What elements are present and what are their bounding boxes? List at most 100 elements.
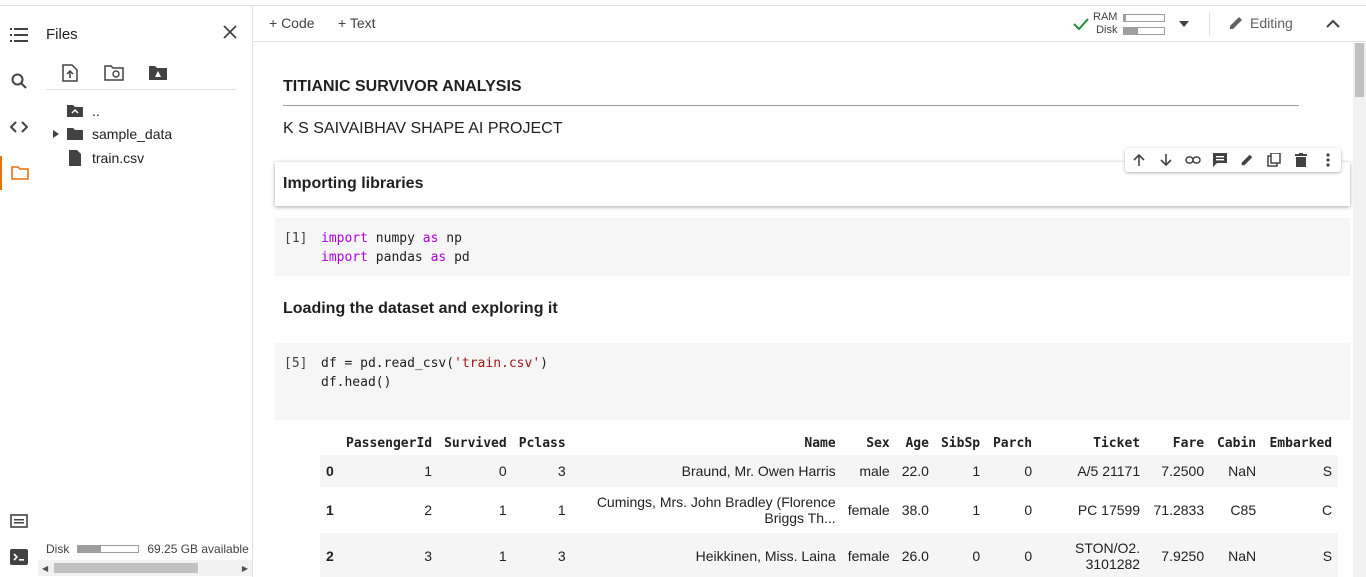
chevron-up-icon — [1326, 19, 1340, 28]
expand-arrow-icon[interactable] — [48, 130, 64, 138]
table-cell: 1 — [340, 455, 439, 487]
disk-available-text: 69.25 GB available — [147, 542, 249, 556]
file-icon — [64, 150, 86, 166]
more-vert-icon — [1325, 153, 1330, 167]
code-line: df.head() — [321, 375, 392, 390]
row-index: 2 — [320, 533, 340, 577]
refresh-button[interactable] — [100, 60, 128, 86]
code-cell-imports[interactable]: [1] import numpy as np import pandas as … — [275, 218, 1350, 276]
table-cell: 2 — [424, 502, 433, 518]
terminal-icon — [10, 549, 28, 565]
code-snippets-button[interactable] — [0, 110, 38, 144]
dataframe-output: PassengerId Survived Pclass Name Sex Age SibSp… — [320, 431, 1339, 577]
arrow-down-icon — [1159, 154, 1172, 167]
tree-item-parent[interactable]: .. — [48, 100, 100, 122]
move-down-button[interactable] — [1152, 148, 1179, 172]
table-cell: S — [1262, 455, 1339, 487]
column-header — [320, 431, 340, 455]
upload-button[interactable] — [56, 60, 84, 86]
notebook-title: TITIANIC SURVIVOR ANALYSIS — [283, 78, 522, 95]
tree-item-label: train.csv — [92, 150, 145, 166]
table-cell: 1 — [498, 502, 507, 518]
notebook-scrollbar[interactable] — [1353, 43, 1366, 577]
table-cell: C85 — [1230, 502, 1257, 518]
link-button[interactable] — [1179, 148, 1206, 172]
terminal-button[interactable] — [0, 540, 38, 574]
table-cell: 3 — [512, 533, 572, 577]
tree-item-train-csv[interactable]: train.csv — [48, 147, 144, 169]
command-palette-button[interactable] — [0, 504, 38, 538]
column-header: Survived — [444, 435, 507, 451]
table-cell: 26.0 — [895, 533, 935, 577]
close-icon — [223, 25, 237, 39]
table-of-contents-button[interactable] — [0, 18, 38, 52]
table-cell: A/5 21171 — [1038, 455, 1147, 487]
column-header: PassengerId — [346, 435, 433, 451]
table-cell: Cumings, Mrs. John Bradley (Florence Bri… — [596, 494, 836, 526]
colab-window: Files .. sample_data train.csv Disk 69.2… — [0, 0, 1366, 577]
search-button[interactable] — [0, 64, 38, 98]
resources-indicator[interactable]: RAM Disk — [1073, 10, 1190, 38]
search-icon — [11, 73, 27, 89]
folder-refresh-icon — [104, 65, 124, 81]
scroll-right-arrow-icon[interactable]: ▶ — [242, 564, 248, 573]
disk-usage-bar — [1123, 26, 1166, 35]
cell-toolbar — [1125, 148, 1341, 172]
tree-item-label: .. — [92, 103, 100, 119]
scroll-left-arrow-icon[interactable]: ◀ — [42, 564, 48, 573]
table-row: 1 2 1 1 Cumings, Mrs. John Bradley (Florence… — [320, 487, 1338, 533]
add-text-button[interactable]: + Text — [338, 15, 376, 31]
table-cell: 3 — [512, 455, 572, 487]
table-cell: 1 — [438, 533, 513, 577]
disk-label: Disk — [1096, 24, 1118, 36]
close-files-button[interactable] — [218, 20, 242, 44]
horizontal-scrollbar[interactable]: ◀ ▶ — [38, 560, 252, 576]
folder-icon — [11, 166, 29, 180]
link-icon — [1184, 156, 1201, 164]
table-cell: Heikkinen, Miss. Laina — [571, 533, 842, 577]
delete-button[interactable] — [1287, 148, 1314, 172]
edit-button[interactable] — [1233, 148, 1260, 172]
table-cell: 7.9250 — [1146, 533, 1211, 577]
disk-label: Disk — [46, 542, 70, 556]
table-cell: NaN — [1210, 455, 1263, 487]
mirror-cell-button[interactable] — [1260, 148, 1287, 172]
files-button[interactable] — [0, 156, 38, 190]
table-cell: 0 — [986, 455, 1039, 487]
table-cell: 1 — [934, 455, 987, 487]
notes-icon — [10, 514, 28, 528]
drive-folder-icon — [149, 66, 167, 80]
more-options-button[interactable] — [1314, 148, 1341, 172]
ram-label: RAM — [1093, 11, 1118, 23]
comment-button[interactable] — [1206, 148, 1233, 172]
mount-drive-button[interactable] — [144, 60, 172, 86]
files-toolbar — [46, 58, 236, 90]
execution-count: [1] — [284, 231, 308, 246]
code-icon — [10, 121, 28, 133]
add-code-button[interactable]: + Code — [269, 15, 315, 31]
folder-up-icon — [64, 104, 86, 118]
column-header: SibSp — [940, 435, 981, 451]
collapse-header-button[interactable] — [1326, 16, 1340, 34]
column-header: Name — [804, 435, 836, 451]
table-row: 0 1 0 3 Braund, Mr. Owen Harris male 22.0 1 0 A/5… — [320, 455, 1339, 487]
disk-usage-bar — [77, 545, 140, 553]
scrollbar-thumb[interactable] — [1355, 43, 1364, 97]
scrollbar-thumb[interactable] — [54, 563, 198, 573]
table-cell: 0 — [934, 533, 987, 577]
move-up-button[interactable] — [1125, 148, 1152, 172]
table-cell: STON/O2. 3101282 — [1038, 533, 1147, 577]
list-icon — [10, 28, 28, 42]
code-cell-load[interactable]: [5] df = pd.read_csv('train.csv') df.hea… — [275, 343, 1350, 420]
table-cell: 7.2500 — [1146, 455, 1211, 487]
editing-mode-button[interactable]: Editing — [1228, 15, 1293, 31]
pencil-icon — [1230, 17, 1242, 29]
trash-icon — [1294, 153, 1307, 167]
table-cell: PC 17599 — [1077, 502, 1141, 518]
tree-item-sample-data[interactable]: sample_data — [48, 123, 172, 145]
table-cell: S — [1262, 533, 1339, 577]
dropdown-arrow-icon[interactable] — [1179, 21, 1190, 27]
table-cell: 0 — [1024, 502, 1033, 518]
section-heading-loading: Loading the dataset and exploring it — [283, 300, 558, 317]
check-icon — [1073, 18, 1089, 30]
